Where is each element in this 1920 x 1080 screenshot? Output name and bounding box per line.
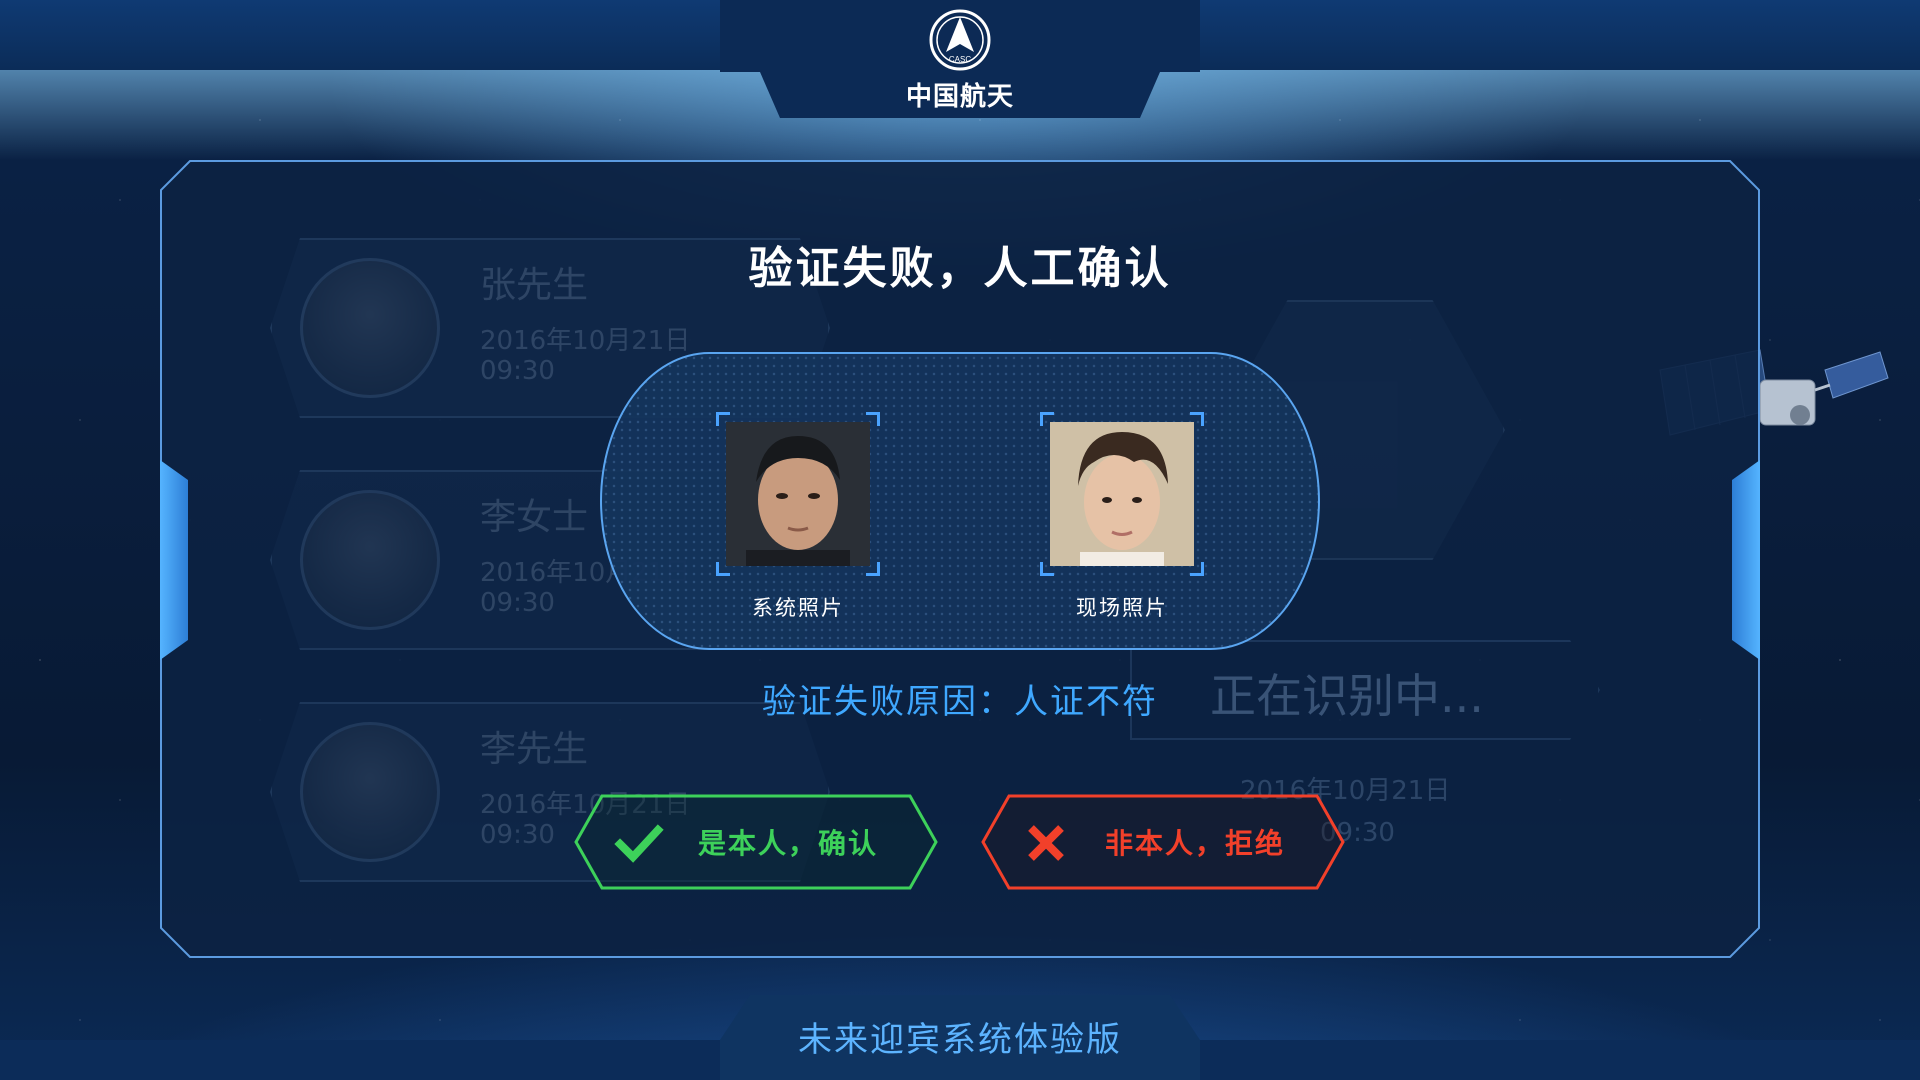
photo-compare-panel: 系统照片 现场照片: [600, 352, 1320, 650]
system-photo: [726, 422, 870, 566]
reject-button[interactable]: 非本人，拒绝: [981, 794, 1345, 890]
logo-caption: 中国航天: [905, 82, 1014, 112]
panel-side-tab-left: [160, 460, 188, 660]
logo-badge-text: CASC: [949, 55, 971, 64]
visitor-time: 09:30: [480, 820, 555, 850]
reject-button-label: 非本人，拒绝: [1105, 827, 1286, 860]
footer-title: 未来迎宾系统体验版: [798, 1020, 1122, 1060]
system-photo-label: 系统照片: [752, 596, 844, 620]
live-photo-label: 现场照片: [1076, 596, 1168, 620]
avatar: [300, 722, 440, 862]
avatar: [300, 258, 440, 398]
confirm-button[interactable]: 是本人，确认: [574, 794, 938, 890]
panel-side-tab-right: [1732, 460, 1760, 660]
dialog-title: 验证失败，人工确认: [748, 243, 1172, 294]
visitor-time: 09:30: [480, 588, 555, 618]
visitor-name: 李先生: [480, 729, 589, 770]
system-photo-frame: [716, 412, 880, 576]
avatar: [300, 490, 440, 630]
compare-background: [600, 352, 1320, 650]
confirm-button-label: 是本人，确认: [698, 827, 879, 860]
checkmark-icon: [614, 824, 664, 863]
close-icon: [1028, 825, 1064, 861]
visitor-name: 李女士: [480, 497, 589, 538]
live-photo: [1050, 422, 1194, 566]
visitor-time: 09:30: [480, 356, 555, 386]
failure-reason: 验证失败原因：人证不符: [762, 682, 1158, 722]
casc-logo-icon: CASC: [929, 9, 991, 71]
live-photo-frame: [1040, 412, 1204, 576]
